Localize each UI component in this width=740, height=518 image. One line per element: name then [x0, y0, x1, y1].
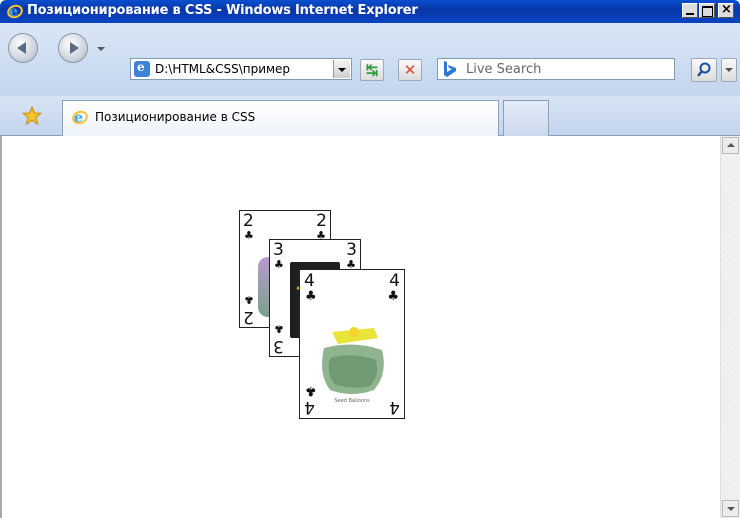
tab-bar: e Позиционирование в CSS — [0, 96, 740, 136]
card-rank-top: 4 — [304, 271, 315, 291]
card-rank-bottom: 2 — [243, 307, 254, 327]
page-icon: e — [134, 60, 150, 77]
card-four-of-clubs: 4 ♣ 4 ♣ Seed Balloons ♣ 4 4 — [299, 269, 405, 419]
history-dropdown-icon[interactable] — [97, 47, 105, 51]
club-icon: ♣ — [305, 383, 317, 398]
close-icon: × — [721, 2, 732, 17]
card-rank-top: 2 — [243, 211, 254, 231]
ie-logo-icon: e — [5, 2, 25, 21]
card-rank-top-right: 4 — [389, 271, 400, 291]
new-tab-button[interactable] — [503, 100, 549, 136]
card-rank-bottom: 3 — [273, 336, 284, 356]
address-input[interactable]: D:\HTML&CSS\пример — [155, 62, 290, 76]
back-icon — [17, 42, 26, 54]
forward-icon — [70, 42, 79, 54]
refresh-icon: ↹ — [365, 61, 379, 79]
chevron-down-icon — [338, 68, 346, 72]
card-art — [322, 327, 384, 394]
search-button[interactable] — [691, 58, 717, 82]
ie-logo-icon: e — [70, 108, 90, 127]
forward-button[interactable] — [58, 33, 88, 63]
maximize-icon — [702, 6, 713, 17]
tab-active[interactable]: e Позиционирование в CSS — [62, 100, 499, 136]
scroll-up-button[interactable] — [722, 137, 739, 154]
card-rank-top-right: 2 — [316, 211, 327, 231]
search-icon — [697, 62, 711, 77]
club-icon: ♣ — [387, 289, 399, 304]
search-input[interactable]: Live Search — [466, 62, 541, 77]
address-bar[interactable]: e D:\HTML&CSS\пример — [130, 58, 352, 80]
club-icon: ♣ — [244, 293, 254, 306]
minimize-button[interactable] — [682, 3, 698, 18]
back-button[interactable] — [8, 33, 38, 63]
window-title: Позиционирование в CSS - Windows Interne… — [27, 3, 418, 18]
club-icon: ♣ — [274, 322, 284, 335]
ie-window: e Позиционирование в CSS - Windows Inter… — [0, 0, 740, 518]
scroll-down-button[interactable] — [722, 500, 739, 517]
club-icon: ♣ — [274, 258, 284, 271]
club-icon: ♣ — [305, 289, 317, 304]
search-options-button[interactable] — [721, 58, 737, 82]
navigation-bar: e D:\HTML&CSS\пример ↹ ✕ Live Search — [0, 23, 740, 96]
chevron-up-icon — [727, 143, 735, 147]
chevron-down-icon — [725, 68, 733, 72]
minimize-icon — [686, 13, 694, 15]
vertical-scrollbar[interactable] — [720, 136, 740, 518]
card-rank-bottom: 4 — [304, 397, 315, 417]
club-icon: ♣ — [244, 229, 254, 242]
card-rank-top: 3 — [273, 240, 284, 260]
tab-label: Позиционирование в CSS — [95, 110, 256, 124]
address-dropdown-button[interactable] — [333, 60, 350, 78]
stop-icon: ✕ — [403, 61, 417, 79]
card-rank-top-right: 3 — [346, 240, 357, 260]
favorites-star-icon[interactable] — [22, 106, 42, 126]
maximize-button[interactable] — [699, 3, 715, 18]
bing-icon — [444, 61, 456, 77]
search-box[interactable]: Live Search — [437, 58, 675, 80]
page-content: 2 ♣ 2 ♣ ♣ 2 3 ♣ 3 ♣ ♣ 3 4 ♣ 4 ♣ Seed Bal… — [0, 136, 740, 518]
refresh-button[interactable]: ↹ — [360, 59, 384, 81]
stop-button[interactable]: ✕ — [398, 59, 422, 81]
title-bar[interactable]: e Позиционирование в CSS - Windows Inter… — [0, 0, 740, 23]
chevron-down-icon — [727, 507, 735, 511]
card-rank-bottom-right: 4 — [389, 397, 400, 417]
close-button[interactable]: × — [718, 2, 734, 18]
